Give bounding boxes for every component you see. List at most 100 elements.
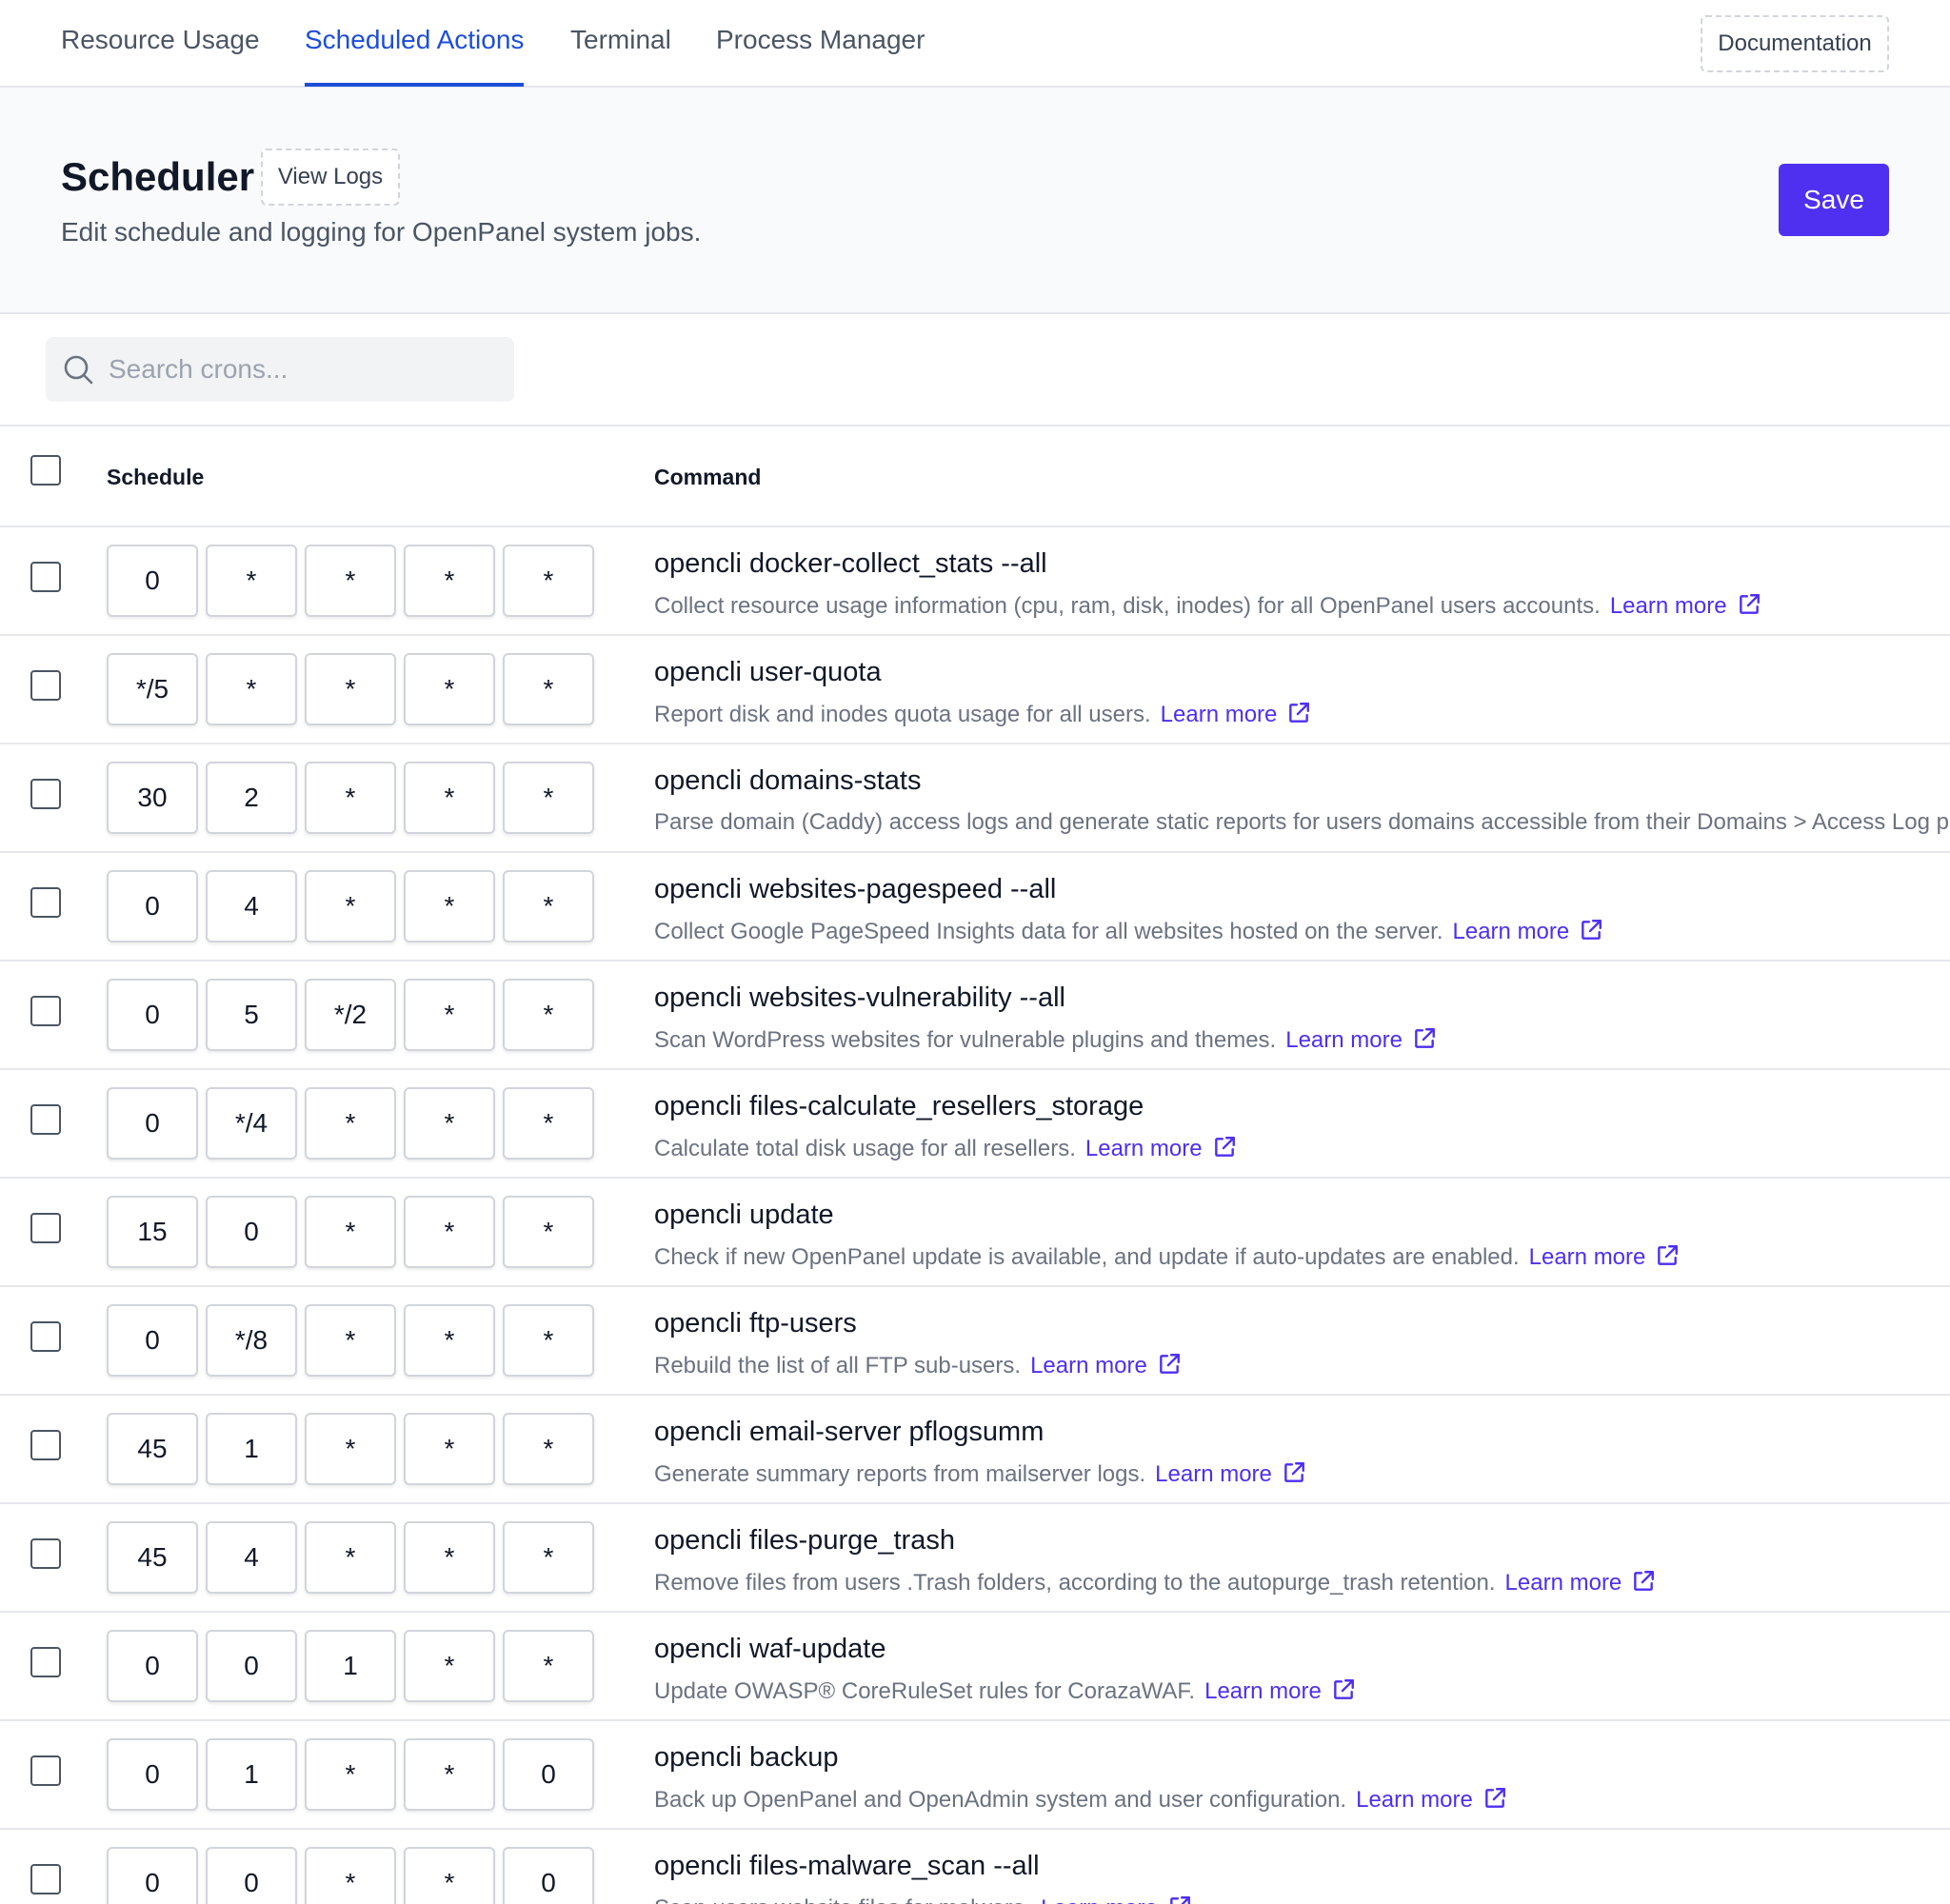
cron-hour-input[interactable] (206, 979, 297, 1051)
cron-month-input[interactable] (404, 1521, 495, 1594)
learn-more-link[interactable]: Learn more (1356, 1787, 1507, 1813)
cron-month-input[interactable] (404, 1847, 495, 1904)
cron-day-of-month-input[interactable] (305, 1196, 396, 1268)
cron-month-input[interactable] (404, 762, 495, 834)
cron-hour-input[interactable] (206, 1521, 297, 1594)
cron-day-of-week-input[interactable] (503, 653, 594, 725)
cron-minute-input[interactable] (107, 1196, 198, 1268)
cron-minute-input[interactable] (107, 1304, 198, 1377)
learn-more-link[interactable]: Learn more (1610, 593, 1761, 619)
row-checkbox[interactable] (30, 562, 61, 592)
cron-day-of-month-input[interactable] (305, 1087, 396, 1160)
cron-hour-input[interactable] (206, 653, 297, 725)
cron-day-of-week-input[interactable] (503, 762, 594, 834)
learn-more-link[interactable]: Learn more (1161, 702, 1312, 727)
cron-day-of-month-input[interactable] (305, 1630, 396, 1702)
row-checkbox[interactable] (30, 1213, 61, 1243)
cron-hour-input[interactable] (206, 762, 297, 834)
cron-hour-input[interactable] (206, 545, 297, 617)
documentation-button[interactable]: Documentation (1701, 15, 1889, 72)
tab-scheduled-actions[interactable]: Scheduled Actions (305, 25, 524, 55)
cron-month-input[interactable] (404, 870, 495, 942)
cron-month-input[interactable] (404, 545, 495, 617)
cron-month-input[interactable] (404, 1196, 495, 1268)
row-checkbox[interactable] (30, 1104, 61, 1135)
row-checkbox[interactable] (30, 1430, 61, 1460)
cron-day-of-week-input[interactable] (503, 545, 594, 617)
row-checkbox[interactable] (30, 1864, 61, 1894)
cron-day-of-week-input[interactable] (503, 1521, 594, 1594)
cron-day-of-month-input[interactable] (305, 870, 396, 942)
cron-hour-input[interactable] (206, 1738, 297, 1811)
learn-more-link[interactable]: Learn more (1030, 1353, 1182, 1378)
cron-hour-input[interactable] (206, 1413, 297, 1485)
learn-more-link[interactable]: Learn more (1204, 1678, 1356, 1704)
cron-day-of-week-input[interactable] (503, 1630, 594, 1702)
cron-hour-input[interactable] (206, 1304, 297, 1377)
tab-resource-usage[interactable]: Resource Usage (61, 25, 260, 55)
cron-month-input[interactable] (404, 1087, 495, 1160)
cron-hour-input[interactable] (206, 1087, 297, 1160)
cron-minute-input[interactable] (107, 762, 198, 834)
cron-month-input[interactable] (404, 653, 495, 725)
cron-day-of-month-input[interactable] (305, 762, 396, 834)
cron-hour-input[interactable] (206, 870, 297, 942)
cron-month-input[interactable] (404, 1304, 495, 1377)
row-checkbox[interactable] (30, 1647, 61, 1677)
select-all-checkbox[interactable] (30, 455, 61, 486)
cron-day-of-week-input[interactable] (503, 979, 594, 1051)
cron-day-of-month-input[interactable] (305, 1413, 396, 1485)
row-checkbox[interactable] (30, 887, 61, 918)
cron-day-of-month-input[interactable] (305, 545, 396, 617)
cron-minute-input[interactable] (107, 1630, 198, 1702)
learn-more-link[interactable]: Learn more (1041, 1895, 1192, 1904)
cron-hour-input[interactable] (206, 1630, 297, 1702)
cron-day-of-week-input[interactable] (503, 1847, 594, 1904)
save-button[interactable]: Save (1779, 164, 1889, 236)
learn-more-link[interactable]: Learn more (1505, 1570, 1657, 1596)
cron-minute-input[interactable] (107, 1413, 198, 1485)
cron-month-input[interactable] (404, 979, 495, 1051)
cron-day-of-month-input[interactable] (305, 653, 396, 725)
learn-more-link[interactable]: Learn more (1453, 919, 1604, 944)
cron-day-of-week-input[interactable] (503, 1304, 594, 1377)
cron-minute-input[interactable] (107, 1521, 198, 1594)
learn-more-link[interactable]: Learn more (1085, 1136, 1237, 1161)
view-logs-button[interactable]: View Logs (261, 149, 400, 206)
search-input[interactable] (109, 337, 499, 402)
cron-minute-input[interactable] (107, 1087, 198, 1160)
cron-minute-input[interactable] (107, 545, 198, 617)
cron-day-of-month-input[interactable] (305, 1304, 396, 1377)
cron-day-of-week-input[interactable] (503, 1738, 594, 1811)
cron-minute-input[interactable] (107, 1738, 198, 1811)
row-checkbox[interactable] (30, 670, 61, 701)
row-checkbox[interactable] (30, 996, 61, 1026)
cron-minute-input[interactable] (107, 870, 198, 942)
cron-day-of-month-input[interactable] (305, 1521, 396, 1594)
cron-day-of-month-input[interactable] (305, 979, 396, 1051)
learn-more-link[interactable]: Learn more (1285, 1027, 1437, 1053)
row-checkbox[interactable] (30, 1538, 61, 1569)
description-text: Update OWASP® CoreRuleSet rules for Cora… (654, 1678, 1196, 1704)
cron-hour-input[interactable] (206, 1196, 297, 1268)
cron-minute-input[interactable] (107, 653, 198, 725)
row-checkbox[interactable] (30, 1321, 61, 1352)
cron-hour-input[interactable] (206, 1847, 297, 1904)
tab-terminal[interactable]: Terminal (570, 25, 671, 55)
cron-day-of-week-input[interactable] (503, 1087, 594, 1160)
row-checkbox[interactable] (30, 1755, 61, 1786)
cron-month-input[interactable] (404, 1413, 495, 1485)
cron-month-input[interactable] (404, 1738, 495, 1811)
learn-more-link[interactable]: Learn more (1155, 1461, 1306, 1487)
cron-day-of-month-input[interactable] (305, 1738, 396, 1811)
cron-day-of-week-input[interactable] (503, 1413, 594, 1485)
cron-month-input[interactable] (404, 1630, 495, 1702)
cron-day-of-week-input[interactable] (503, 1196, 594, 1268)
row-checkbox[interactable] (30, 779, 61, 809)
cron-day-of-month-input[interactable] (305, 1847, 396, 1904)
cron-minute-input[interactable] (107, 979, 198, 1051)
cron-minute-input[interactable] (107, 1847, 198, 1904)
tab-process-manager[interactable]: Process Manager (716, 25, 925, 55)
cron-day-of-week-input[interactable] (503, 870, 594, 942)
learn-more-link[interactable]: Learn more (1529, 1244, 1681, 1270)
